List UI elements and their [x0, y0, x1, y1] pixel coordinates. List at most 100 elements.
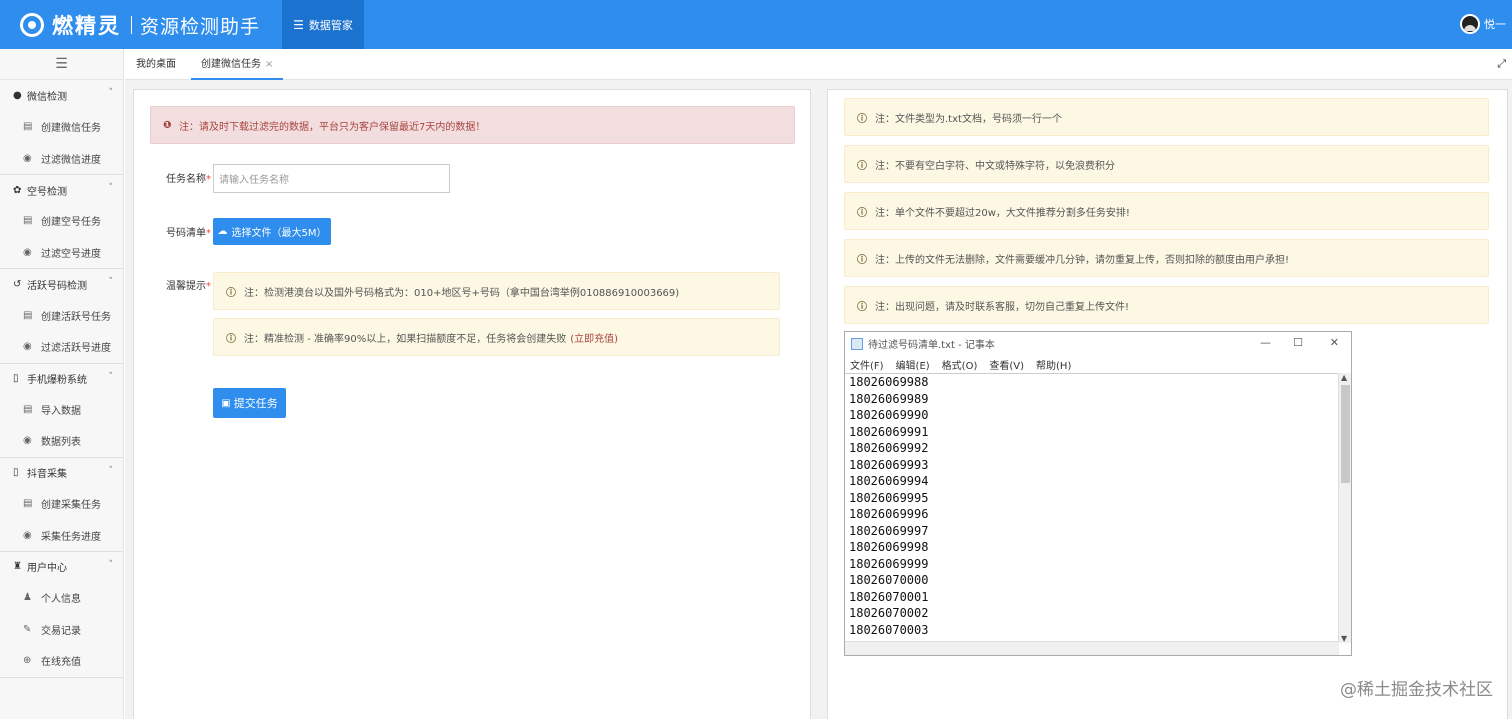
notepad-menu-item[interactable]: 查看(V)	[989, 357, 1024, 372]
item-icon: ▤	[23, 309, 33, 321]
sidebar-item-label: 创建空号任务	[41, 217, 101, 229]
notepad-line: 18026069992	[849, 441, 929, 455]
scrollbar-thumb[interactable]	[1341, 385, 1350, 483]
notepad-line: 18026070000	[849, 573, 929, 587]
sidebar-item[interactable]: ⊕ 在线充值	[0, 645, 123, 677]
watermark: @稀土掘金技术社区	[1340, 680, 1493, 700]
nav-data-manager-label: 数据管家	[308, 18, 353, 32]
chevron-down-icon[interactable]: ▼	[1341, 634, 1347, 643]
sidebar-item-label: 过滤活跃号进度	[41, 343, 111, 355]
notepad-line: 18026070002	[849, 606, 929, 620]
vertical-scrollbar[interactable]: ▲ ▼	[1338, 373, 1351, 643]
notes-panel: ⓘ 注：文件类型为.txt文档，号码须一行一个 ⓘ 注：不要有空白字符、中文或特殊字符…	[827, 89, 1508, 719]
notepad-line: 18026069990	[849, 408, 929, 422]
minimize-icon[interactable]: —	[1260, 336, 1271, 349]
horizontal-scrollbar[interactable]	[845, 641, 1339, 655]
sidebar-item[interactable]: ▤ 导入数据	[0, 394, 123, 426]
app-logo[interactable]: 燃精灵 资源检测助手	[20, 10, 260, 40]
sidebar-group[interactable]: ● 微信检测 ˅	[0, 80, 123, 111]
notepad-menu-item[interactable]: 文件(F)	[850, 357, 884, 372]
chevron-up-icon[interactable]: ▲	[1341, 373, 1347, 382]
avatar	[1460, 14, 1480, 34]
submit-task-button[interactable]: ▣ 提交任务	[213, 388, 286, 418]
item-icon: ⊕	[23, 655, 32, 667]
task-name-label: 任务名称*	[166, 174, 211, 185]
info-icon: ⓘ	[857, 160, 867, 172]
group-icon: ✿	[13, 184, 22, 196]
user-menu[interactable]: 悦一	[1460, 14, 1506, 34]
notepad-line: 18026070003	[849, 622, 929, 637]
sidebar-group-label: 空号检测	[27, 186, 67, 198]
sidebar-group[interactable]: ▯ 抖音采集 ˅	[0, 456, 123, 488]
logo-name: 燃精灵	[52, 14, 121, 38]
tip-accuracy: ⓘ 注：精准检测 - 准确率90%以上，如果扫描额度不足，任务将会创建失败 (立…	[213, 318, 780, 356]
sidebar-item[interactable]: ✎ 交易记录	[0, 614, 123, 646]
notepad-line: 18026069996	[849, 507, 929, 521]
sidebar-menu: ● 微信检测 ˅ ▤ 创建微信任务 ◉ 过滤微信进度 ✿ 空号检测 ˅ ▤ 创建空号任务 ◉ 过滤空号进度…	[0, 80, 123, 678]
task-name-placeholder: 请输入任务名称	[219, 175, 289, 186]
sidebar-group[interactable]: ✿ 空号检测 ˅	[0, 174, 123, 205]
note-text: 注：文件类型为.txt文档，号码须一行一个	[875, 113, 1062, 125]
sidebar-toggle[interactable]: ☰	[0, 49, 123, 80]
notepad-menu-item[interactable]: 帮助(H)	[1036, 357, 1071, 372]
info-icon: ⓘ	[857, 207, 867, 219]
item-icon: ▤	[23, 121, 33, 133]
sidebar-item[interactable]: ◉ 数据列表	[0, 425, 123, 457]
info-icon: ⓘ	[857, 113, 867, 125]
sidebar-group[interactable]: ▯ 手机爆粉系统 ˅	[0, 362, 123, 394]
recharge-link[interactable]: (立即充值)	[570, 330, 618, 345]
logo-divider	[131, 16, 132, 34]
sidebar-item[interactable]: ◉ 过滤活跃号进度	[0, 331, 123, 363]
sidebar-group[interactable]: ♜ 用户中心 ˅	[0, 550, 123, 582]
notepad-menu-item[interactable]: 编辑(E)	[896, 357, 930, 372]
item-icon: ◉	[23, 435, 32, 447]
sidebar-item[interactable]: ◉ 过滤空号进度	[0, 237, 123, 269]
fullscreen-icon[interactable]: ⤢	[1497, 57, 1506, 71]
note-item: ⓘ 注：不要有空白字符、中文或特殊字符，以免浪费积分	[844, 145, 1489, 183]
notepad-text-area[interactable]: 18026069988 18026069989 18026069990 1802606…	[845, 373, 1339, 641]
logo-subtitle: 资源检测助手	[140, 15, 261, 38]
tab-label: 创建微信任务	[201, 59, 261, 70]
close-icon[interactable]: ✕	[1330, 336, 1339, 349]
sidebar-item[interactable]: ◉ 过滤微信进度	[0, 143, 123, 175]
notepad-menu-item[interactable]: 格式(O)	[942, 357, 978, 372]
item-icon: ♟	[23, 592, 32, 604]
main-content: ❶ 注：请及时下载过滤完的数据，平台只为客户保留最近7天内的数据！ 任务名称* …	[125, 80, 1512, 719]
sidebar-group-label: 抖音采集	[27, 469, 67, 481]
tip-text: 注：精准检测 - 准确率90%以上，如果扫描额度不足，任务将会创建失败	[244, 333, 567, 345]
chevron-down-icon: ˅	[108, 277, 114, 288]
notepad-line: 18026069995	[849, 490, 929, 505]
tip-format: ⓘ 注：检测港澳台以及国外号码格式为：010+地区号+号码（拿中国台湾举例010…	[213, 272, 780, 310]
info-icon: ⓘ	[857, 254, 867, 266]
chevron-down-icon: ˅	[108, 559, 114, 570]
data-retention-alert: ❶ 注：请及时下载过滤完的数据，平台只为客户保留最近7天内的数据！	[150, 106, 795, 144]
tab-create-wechat-task[interactable]: 创建微信任务 ×	[191, 49, 284, 80]
tab-bar: 我的桌面 创建微信任务 × ⤢	[125, 49, 1512, 80]
notepad-line: 18026070001	[849, 589, 929, 604]
close-icon[interactable]: ×	[265, 59, 273, 70]
tab-my-desktop[interactable]: 我的桌面	[136, 49, 176, 80]
nav-data-manager[interactable]: ☰ 数据管家	[282, 0, 364, 49]
tips-label: 温馨提示*	[166, 281, 211, 292]
sidebar-item[interactable]: ▤ 创建活跃号任务	[0, 299, 123, 331]
sidebar-item[interactable]: ◉ 采集任务进度	[0, 519, 123, 551]
sidebar-group[interactable]: ↺ 活跃号码检测 ˅	[0, 268, 123, 299]
notepad-line: 18026069994	[849, 474, 929, 488]
note-text: 注：出现问题，请及时联系客服，切勿自己重复上传文件!	[875, 301, 1130, 313]
sidebar-item[interactable]: ♟ 个人信息	[0, 582, 123, 614]
group-icon: ●	[13, 90, 22, 101]
note-item: ⓘ 注：上传的文件无法删除，文件需要缓冲几分钟，请勿重复上传，否则扣除的额度由用户…	[844, 239, 1489, 277]
notepad-window: 待过滤号码清单.txt - 记事本 — ☐ ✕ 文件(F) 编辑(E) 格式(O) 查…	[844, 331, 1352, 656]
sidebar-item[interactable]: ▤ 创建微信任务	[0, 111, 123, 143]
item-icon: ◉	[23, 152, 32, 164]
info-icon: ⓘ	[857, 301, 867, 313]
sidebar-item[interactable]: ▤ 创建采集任务	[0, 488, 123, 520]
choose-file-button[interactable]: ☁ 选择文件（最大5M）	[213, 218, 331, 245]
task-name-input[interactable]: 请输入任务名称	[213, 164, 450, 193]
sidebar-item-label: 个人信息	[41, 594, 81, 606]
sidebar-item[interactable]: ▤ 创建空号任务	[0, 205, 123, 237]
maximize-icon[interactable]: ☐	[1293, 336, 1303, 349]
sidebar-item-label: 在线充值	[41, 657, 81, 669]
alert-text: 注：请及时下载过滤完的数据，平台只为客户保留最近7天内的数据！	[179, 121, 486, 133]
sidebar-group-label: 活跃号码检测	[27, 280, 87, 292]
